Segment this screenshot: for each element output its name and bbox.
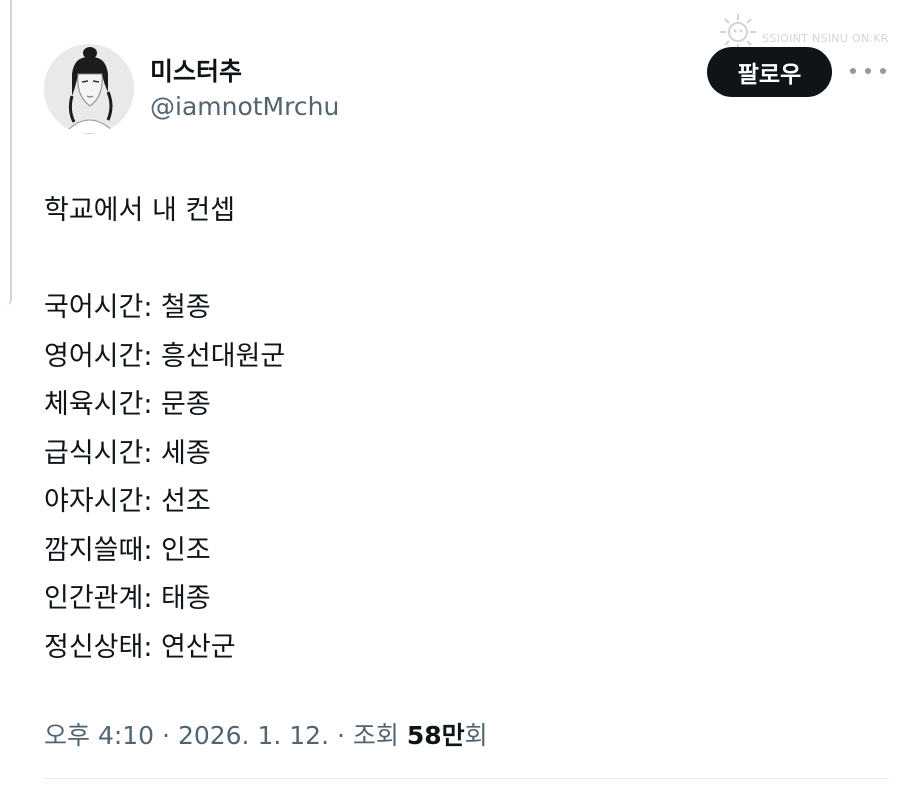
tweet-line: 정신상태: 연산군 bbox=[44, 631, 236, 663]
tweet-line: 야자시간: 선조 bbox=[44, 486, 211, 517]
avatar-illustration bbox=[44, 44, 134, 134]
tweet-line: 국어시간: 철종 bbox=[44, 292, 211, 323]
views-suffix: 회 bbox=[464, 721, 488, 750]
sun-logo-icon bbox=[720, 14, 756, 50]
tweet-line: 인간관계: 태종 bbox=[44, 583, 211, 614]
tweet-line: 영어시간: 흥선대원군 bbox=[44, 340, 286, 372]
tweet-text: 학교에서 내 컨셉 국어시간: 철종 영어시간: 흥선대원군 체육시간: 문종 … bbox=[44, 187, 864, 672]
left-window-edge bbox=[0, 0, 12, 305]
more-horizontal-icon[interactable] bbox=[850, 62, 886, 80]
views-label: 조회 bbox=[352, 721, 399, 750]
tweet-time[interactable]: 오후 4:10 bbox=[44, 721, 154, 750]
author-display-name[interactable]: 미스터추 bbox=[150, 52, 242, 88]
tweet-line: 깜지쓸때: 인조 bbox=[44, 534, 211, 566]
meta-separator: · bbox=[154, 721, 178, 750]
tweet-meta: 오후 4:10 · 2026. 1. 12. · 조회 58만회 bbox=[44, 716, 488, 752]
divider bbox=[44, 778, 889, 779]
watermark-text: SSIOINT NSINU ON.KR bbox=[762, 32, 889, 45]
avatar[interactable] bbox=[44, 44, 134, 134]
more-dot bbox=[850, 68, 856, 74]
follow-button[interactable]: 팔로우 bbox=[707, 47, 832, 97]
more-dot bbox=[865, 68, 871, 74]
more-dot bbox=[880, 68, 886, 74]
tweet-line: 체육시간: 문종 bbox=[44, 389, 211, 420]
author-handle[interactable]: @iamnotMrchu bbox=[150, 92, 339, 121]
views-count: 58만 bbox=[406, 721, 465, 750]
meta-separator: · bbox=[329, 721, 353, 750]
tweet-line: 급식시간: 세종 bbox=[44, 437, 211, 469]
tweet-intro: 학교에서 내 컨셉 bbox=[44, 195, 236, 226]
tweet-date[interactable]: 2026. 1. 12. bbox=[178, 721, 329, 750]
